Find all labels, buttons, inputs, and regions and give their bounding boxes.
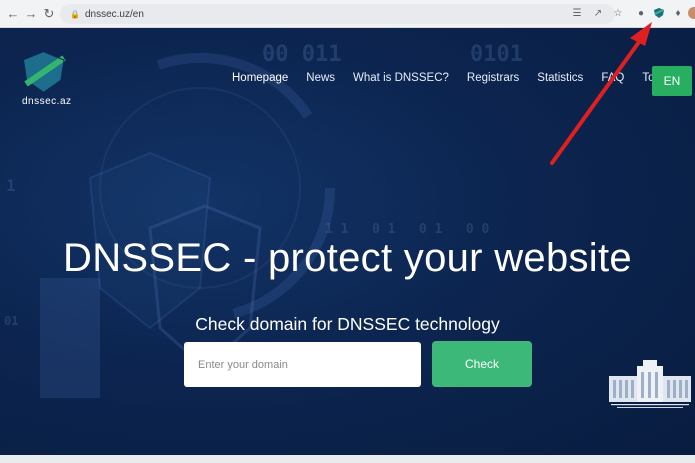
nav-item-news[interactable]: News xyxy=(306,72,335,84)
address-bar[interactable]: 🔒 dnssec.uz/en xyxy=(60,4,615,24)
binary-deco-4: 1 xyxy=(6,176,16,195)
lock-icon: 🔒 xyxy=(70,9,80,19)
binary-deco-1: 00 011 xyxy=(262,42,342,67)
binary-deco-2: 0101 xyxy=(470,42,523,67)
back-arrow-icon[interactable]: ← xyxy=(4,4,22,24)
profile-avatar-icon[interactable] xyxy=(688,6,695,20)
url-text: dnssec.uz/en xyxy=(84,8,144,20)
share-icon[interactable]: ↗ xyxy=(591,6,605,20)
globe-extension-icon[interactable]: ● xyxy=(634,6,648,20)
main-nav: Homepage News What is DNSSEC? Registrars… xyxy=(232,72,687,84)
reload-icon[interactable]: ↻ xyxy=(40,4,58,24)
nav-item-registrars[interactable]: Registrars xyxy=(467,72,519,84)
nav-item-homepage[interactable]: Homepage xyxy=(232,72,288,84)
hero-title: DNSSEC - protect your website xyxy=(63,236,632,280)
check-button[interactable]: Check xyxy=(432,341,532,387)
bookmark-star-icon[interactable]: ☆ xyxy=(611,6,625,20)
domain-input[interactable] xyxy=(184,342,421,387)
site-logo[interactable] xyxy=(20,50,80,99)
nav-item-statistics[interactable]: Statistics xyxy=(537,72,583,84)
language-switcher[interactable]: EN xyxy=(652,66,692,96)
bottom-strip xyxy=(0,455,695,463)
logo-text[interactable]: dnssec.az xyxy=(22,96,72,107)
dnssec-extension-icon[interactable] xyxy=(652,6,666,20)
nav-item-what-is-dnssec[interactable]: What is DNSSEC? xyxy=(353,72,449,84)
language-label: EN xyxy=(663,74,681,88)
shield-logo-icon xyxy=(24,51,66,93)
building-emblem xyxy=(609,360,691,408)
browser-toolbar: ← → ↻ 🔒 dnssec.uz/en ☰ ↗ ☆ ● ♦ xyxy=(0,0,695,28)
site-page: 00 011 0101 1 1 0 1 0 1 0 0 1 01 dnssec.… xyxy=(0,28,695,463)
puzzle-extensions-icon[interactable]: ♦ xyxy=(671,6,685,20)
hero-subtitle: Check domain for DNSSEC technology xyxy=(195,314,500,334)
binary-deco-3: 1 1 0 1 0 1 0 0 xyxy=(325,222,490,237)
translate-icon[interactable]: ☰ xyxy=(570,6,584,20)
nav-item-faq[interactable]: FAQ xyxy=(601,72,624,84)
forward-arrow-icon[interactable]: → xyxy=(22,4,40,24)
